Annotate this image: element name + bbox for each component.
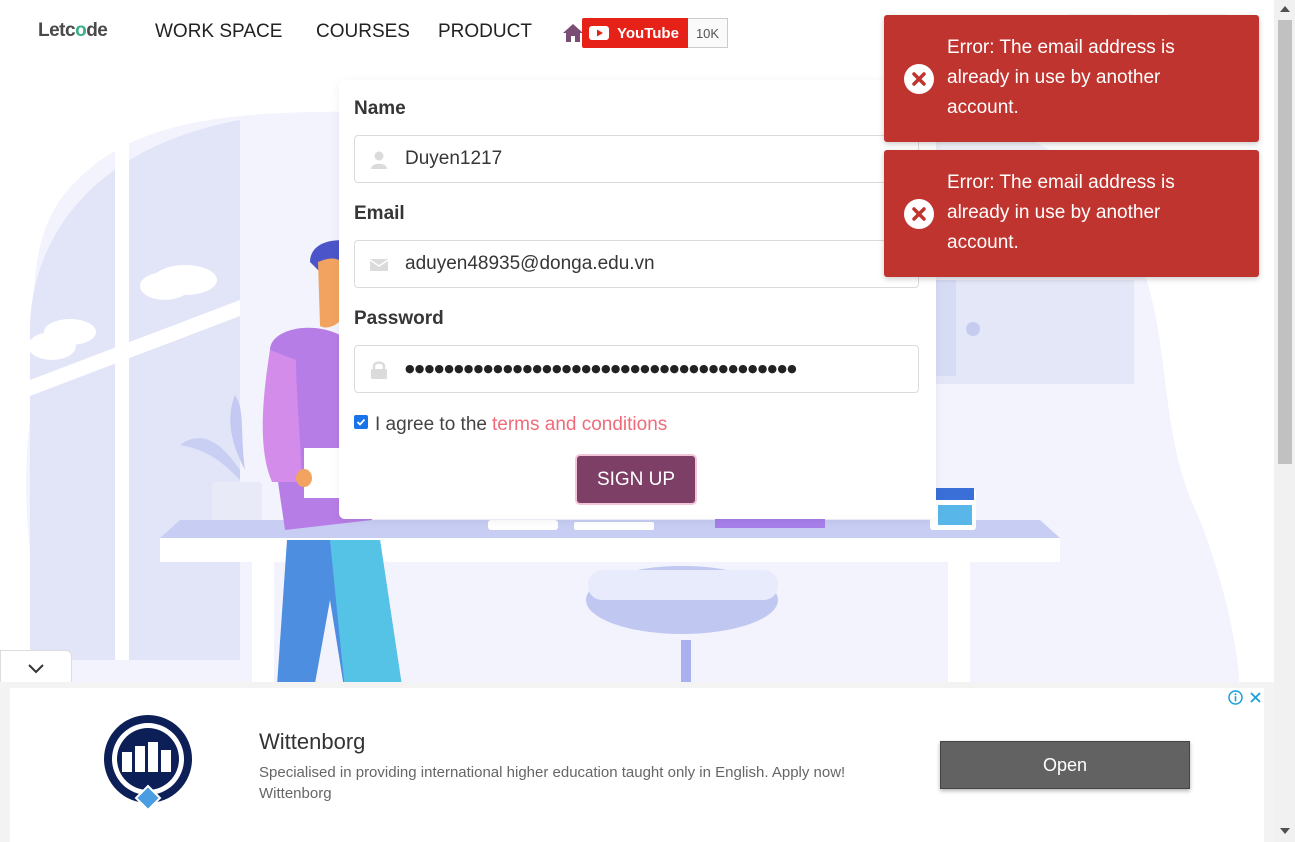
error-circle-icon <box>904 199 934 229</box>
home-icon[interactable] <box>562 22 584 44</box>
vertical-scrollbar[interactable] <box>1274 0 1295 842</box>
scroll-up-arrow[interactable] <box>1280 6 1290 12</box>
error-toast-message: Error: The email address is already in u… <box>947 172 1175 253</box>
name-value: Duyen1217 <box>405 148 503 169</box>
error-toast[interactable]: Error: The email address is already in u… <box>884 15 1259 142</box>
logo-text-right: de <box>86 20 108 41</box>
signup-form-card: Name Duyen1217 Email aduyen48935@donga.e… <box>339 80 936 519</box>
ad-description: Specialised in providing international h… <box>259 764 846 802</box>
ad-banner: Wittenborg Specialised in providing inte… <box>0 682 1274 842</box>
envelope-icon <box>369 259 389 271</box>
sign-up-button[interactable]: SIGN UP <box>575 454 697 505</box>
nav-link-workspace[interactable]: WORK SPACE <box>155 21 282 43</box>
scroll-down-arrow[interactable] <box>1280 828 1290 834</box>
email-value: aduyen48935@donga.edu.vn <box>405 253 655 274</box>
nav-link-courses[interactable]: COURSES <box>316 21 410 43</box>
info-icon[interactable] <box>1228 690 1243 705</box>
close-icon[interactable] <box>1248 690 1263 705</box>
youtube-play-icon <box>589 26 609 40</box>
ad-open-button[interactable]: Open <box>940 741 1190 789</box>
letcode-logo[interactable]: Letcode <box>38 20 108 42</box>
ad-title: Wittenborg <box>259 729 366 754</box>
scrollbar-thumb[interactable] <box>1278 20 1292 464</box>
youtube-count: 10K <box>687 18 729 48</box>
agree-row: I agree to the terms and conditions <box>354 414 667 436</box>
email-label: Email <box>354 203 405 224</box>
user-icon <box>371 151 387 169</box>
logo-text-left: Letc <box>38 20 76 41</box>
error-toast[interactable]: Error: The email address is already in u… <box>884 150 1259 277</box>
error-circle-icon <box>904 64 934 94</box>
page: Letcode WORK SPACE COURSES PRODUCT YouTu… <box>0 0 1274 842</box>
email-field[interactable]: aduyen48935@donga.edu.vn <box>354 240 919 288</box>
agree-text: I agree to the <box>375 414 487 435</box>
logo-text-mid: o <box>75 20 87 41</box>
ad-content[interactable]: Wittenborg Specialised in providing inte… <box>10 688 1264 842</box>
youtube-button[interactable]: YouTube <box>582 18 688 48</box>
checkmark-icon <box>356 418 366 426</box>
name-field[interactable]: Duyen1217 <box>354 135 919 183</box>
password-label: Password <box>354 308 444 329</box>
chevron-down-icon <box>28 664 44 674</box>
password-mask: ●●●●●●●●●●●●●●●●●●●●●●●●●●●●●●●●●●●●●●●● <box>405 362 797 375</box>
nav-link-product[interactable]: PRODUCT <box>438 21 532 43</box>
agree-checkbox[interactable] <box>354 415 368 429</box>
error-toast-message: Error: The email address is already in u… <box>947 37 1175 118</box>
youtube-subscribe[interactable]: YouTube 10K <box>582 18 729 48</box>
lock-icon <box>371 361 387 379</box>
password-field[interactable]: ●●●●●●●●●●●●●●●●●●●●●●●●●●●●●●●●●●●●●●●● <box>354 345 919 393</box>
youtube-label: YouTube <box>617 24 679 42</box>
terms-link[interactable]: terms and conditions <box>492 414 667 436</box>
wittenborg-logo <box>104 715 192 812</box>
name-label: Name <box>354 98 406 119</box>
